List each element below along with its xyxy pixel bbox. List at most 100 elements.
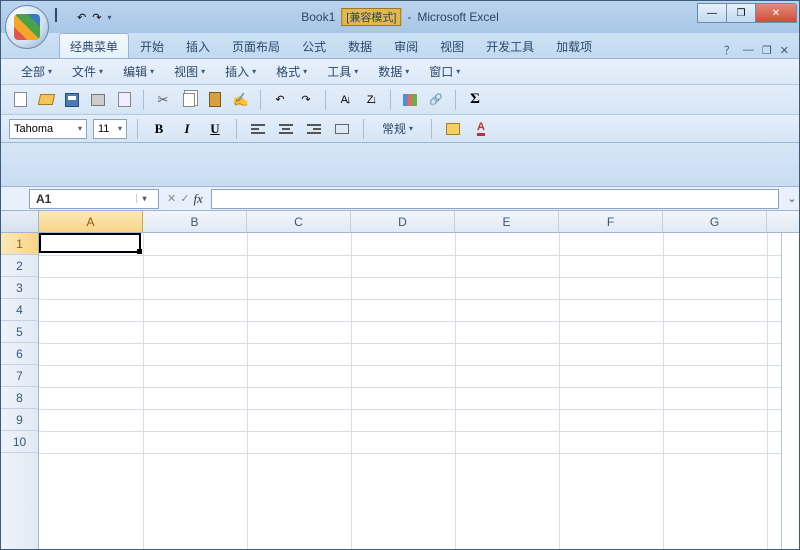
redo-icon[interactable]: ↷ [92, 11, 101, 24]
classic-menu-bar: 全部▾ 文件▾ 编辑▾ 视图▾ 插入▾ 格式▾ 工具▾ 数据▾ 窗口▾ [1, 59, 799, 85]
tab-addins[interactable]: 加载项 [545, 33, 603, 58]
align-right-icon[interactable] [303, 118, 325, 140]
save-icon[interactable] [55, 9, 71, 25]
office-button[interactable] [5, 5, 49, 49]
select-all-corner[interactable] [1, 211, 39, 232]
maximize-button[interactable]: ❐ [726, 3, 756, 23]
align-left-icon[interactable] [247, 118, 269, 140]
menu-all[interactable]: 全部▾ [13, 61, 60, 82]
tab-review[interactable]: 审阅 [383, 33, 429, 58]
menu-window[interactable]: 窗口▾ [421, 61, 468, 82]
format-painter-icon[interactable]: ✍ [230, 89, 252, 111]
chevron-down-icon[interactable]: ▾ [136, 194, 152, 203]
window-title: Book1 [兼容模式] - Microsoft Excel [301, 8, 499, 26]
expand-formula-bar-icon[interactable]: ⌄ [785, 192, 799, 205]
fx-icon[interactable]: fx [193, 191, 202, 207]
separator [137, 119, 138, 139]
undo-icon[interactable]: ↶ [77, 11, 86, 24]
child-min-icon[interactable]: — [743, 44, 754, 56]
row-header-7[interactable]: 7 [1, 365, 38, 387]
font-color-icon[interactable]: A [470, 118, 492, 140]
row-header-6[interactable]: 6 [1, 343, 38, 365]
row-header-10[interactable]: 10 [1, 431, 38, 453]
tab-insert[interactable]: 插入 [175, 33, 221, 58]
menu-data[interactable]: 数据▾ [370, 61, 417, 82]
col-header-d[interactable]: D [351, 211, 455, 232]
new-icon[interactable] [9, 89, 31, 111]
tab-home[interactable]: 开始 [129, 33, 175, 58]
row-headers: 1 2 3 4 5 6 7 8 9 10 [1, 233, 39, 549]
titlebar[interactable]: ↶ ↷ ▾ Book1 [兼容模式] - Microsoft Excel — ❐… [1, 1, 799, 33]
row-header-8[interactable]: 8 [1, 387, 38, 409]
col-header-b[interactable]: B [143, 211, 247, 232]
tab-data[interactable]: 数据 [337, 33, 383, 58]
align-center-icon[interactable] [275, 118, 297, 140]
copy-icon[interactable] [178, 89, 200, 111]
menu-edit[interactable]: 编辑▾ [115, 61, 162, 82]
col-header-a[interactable]: A [39, 211, 143, 232]
menu-format[interactable]: 格式▾ [268, 61, 315, 82]
row-header-2[interactable]: 2 [1, 255, 38, 277]
font-name-select[interactable]: Tahoma ▾ [9, 119, 87, 139]
menu-tools[interactable]: 工具▾ [319, 61, 366, 82]
col-header-e[interactable]: E [455, 211, 559, 232]
hyperlink-icon[interactable]: 🔗 [425, 89, 447, 111]
separator [260, 90, 261, 110]
row-header-9[interactable]: 9 [1, 409, 38, 431]
sort-asc-icon[interactable]: A↓ [334, 89, 356, 111]
save-icon[interactable] [61, 89, 83, 111]
menu-file[interactable]: 文件▾ [64, 61, 111, 82]
row-header-1[interactable]: 1 [1, 233, 38, 255]
autosum-icon[interactable]: Σ [464, 89, 486, 111]
tab-page-layout[interactable]: 页面布局 [221, 33, 291, 58]
col-header-f[interactable]: F [559, 211, 663, 232]
number-format-select[interactable]: 常规▾ [374, 118, 421, 139]
compat-mode-badge: [兼容模式] [341, 8, 401, 26]
open-icon[interactable] [35, 89, 57, 111]
italic-button[interactable]: I [176, 118, 198, 140]
standard-toolbar: ✂ ✍ ↶ ↷ A↓ Z↓ 🔗 Σ [1, 85, 799, 115]
qat-dropdown-icon[interactable]: ▾ [107, 13, 111, 22]
tab-developer[interactable]: 开发工具 [475, 33, 545, 58]
undo-icon[interactable]: ↶ [269, 89, 291, 111]
paste-icon[interactable] [204, 89, 226, 111]
tab-classic-menu[interactable]: 经典菜单 [59, 33, 129, 58]
column-headers: A B C D E F G [1, 211, 799, 233]
cancel-formula-icon[interactable]: ✕ [167, 192, 176, 205]
name-box[interactable]: A1 ▾ [29, 189, 159, 209]
close-button[interactable]: ✕ [755, 3, 797, 23]
minimize-button[interactable]: — [697, 3, 727, 23]
tab-view[interactable]: 视图 [429, 33, 475, 58]
separator [325, 90, 326, 110]
vertical-scrollbar[interactable] [781, 233, 799, 549]
cut-icon[interactable]: ✂ [152, 89, 174, 111]
print-icon[interactable] [87, 89, 109, 111]
child-close-icon[interactable]: ✕ [780, 44, 789, 57]
underline-button[interactable]: U [204, 118, 226, 140]
cells-area[interactable] [39, 233, 781, 549]
row-header-3[interactable]: 3 [1, 277, 38, 299]
chevron-down-icon: ▾ [118, 124, 122, 133]
formula-input[interactable] [211, 189, 779, 209]
menu-insert[interactable]: 插入▾ [217, 61, 264, 82]
enter-formula-icon[interactable]: ✓ [180, 192, 189, 205]
font-size-select[interactable]: 11 ▾ [93, 119, 127, 139]
tab-formulas[interactable]: 公式 [291, 33, 337, 58]
col-header-g[interactable]: G [663, 211, 767, 232]
separator [390, 90, 391, 110]
chart-icon[interactable] [399, 89, 421, 111]
active-cell[interactable] [39, 233, 141, 253]
fill-color-icon[interactable] [442, 118, 464, 140]
help-icon[interactable]: ？ [724, 42, 735, 58]
bold-button[interactable]: B [148, 118, 170, 140]
print-preview-icon[interactable] [113, 89, 135, 111]
menu-view[interactable]: 视图▾ [166, 61, 213, 82]
col-header-c[interactable]: C [247, 211, 351, 232]
redo-icon[interactable]: ↷ [295, 89, 317, 111]
row-header-4[interactable]: 4 [1, 299, 38, 321]
sort-desc-icon[interactable]: Z↓ [360, 89, 382, 111]
child-max-icon[interactable]: ❐ [762, 44, 772, 57]
office-logo-icon [14, 14, 40, 40]
row-header-5[interactable]: 5 [1, 321, 38, 343]
merge-cells-icon[interactable] [331, 118, 353, 140]
